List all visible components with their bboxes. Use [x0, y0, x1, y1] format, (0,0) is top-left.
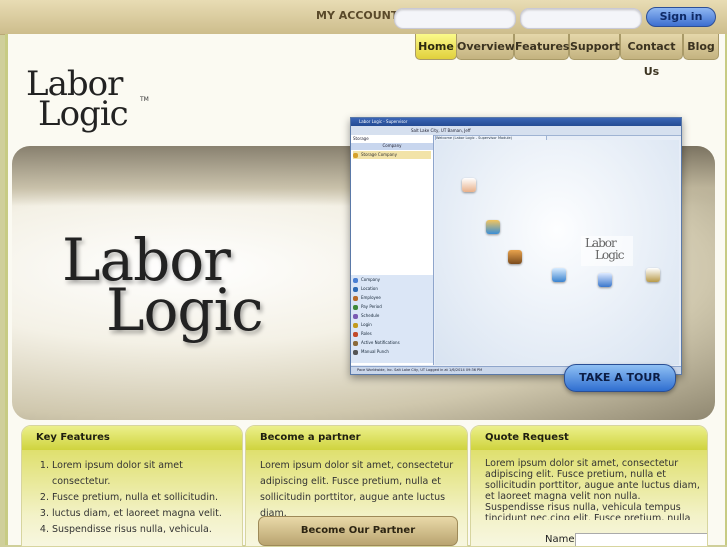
tab-home[interactable]: Home	[415, 34, 457, 60]
hero-logo-logic: Logic	[106, 276, 264, 344]
notifications-icon	[353, 340, 358, 346]
app-title-bar: Labor Logic - Supervisor	[351, 118, 681, 126]
tab-support[interactable]: Support	[569, 34, 620, 60]
tab-contact-us[interactable]: Contact Us	[620, 34, 683, 78]
key-features-list: Lorem ipsum dolor sit amet consectetur. …	[22, 458, 242, 538]
app-menu-item: Location	[353, 285, 431, 293]
list-item: Lorem ipsum dolor sit amet consectetur.	[52, 458, 242, 490]
location-icon	[353, 286, 358, 292]
tab-features[interactable]: Features	[514, 34, 569, 60]
quote-text: Lorem ipsum dolor sit amet, consectetur …	[485, 458, 700, 520]
app-canvas: Labor Logic	[435, 140, 679, 365]
partner-title: Become a partner	[260, 432, 361, 443]
manual-punch-icon	[353, 349, 358, 355]
pay-period-icon	[353, 304, 358, 310]
employee-icon	[508, 250, 522, 264]
login-icon	[353, 322, 358, 328]
list-item: Suspendisse risus nulla, vehicula.	[52, 522, 242, 538]
app-menu-item: Login	[353, 321, 431, 329]
take-a-tour-button[interactable]: TAKE A TOUR	[564, 364, 676, 392]
folder-icon	[486, 220, 500, 234]
globe-icon	[552, 268, 566, 282]
employee-icon	[353, 295, 358, 301]
app-menu-item: Employee	[353, 294, 431, 302]
document-icon	[598, 273, 612, 287]
tab-blog[interactable]: Blog	[683, 34, 719, 60]
app-menu-item: Pay Period	[353, 303, 431, 311]
password-field[interactable]	[520, 8, 642, 29]
company-icon	[353, 277, 358, 283]
app-title: Labor Logic - Supervisor	[359, 119, 408, 124]
app-status-text: Pace Worldwide, Inc. Salt Lake City, UT …	[357, 368, 483, 372]
calendar-icon	[462, 178, 476, 192]
my-account-label: MY ACCOUNT	[316, 9, 399, 22]
app-company-header: Company	[351, 143, 433, 150]
key-features-panel: Key Features Lorem ipsum dolor sit amet …	[21, 425, 243, 547]
app-left-menu: Company Location Employee Pay Period Sch…	[351, 275, 433, 363]
key-features-title: Key Features	[36, 432, 110, 443]
schedule-icon	[353, 313, 358, 319]
canvas-logo-logic: Logic	[595, 248, 624, 262]
clock-icon	[646, 268, 660, 282]
app-menu-item: Roles	[353, 330, 431, 338]
become-partner-button[interactable]: Become Our Partner	[258, 516, 458, 546]
app-company-item: Storage Company	[353, 151, 431, 159]
app-company-item-label: Storage Company	[361, 152, 397, 157]
quote-panel: Quote Request Lorem ipsum dolor sit amet…	[470, 425, 708, 547]
tab-overview[interactable]: Overview	[456, 34, 515, 60]
roles-icon	[353, 331, 358, 337]
app-left-header: Storage	[353, 136, 369, 141]
list-item: Fusce pretium, nulla et sollicitudin.	[52, 490, 242, 506]
app-toolbar-text: Salt Lake City, UT Baman, Jeff	[411, 128, 471, 133]
site-logo[interactable]: Labor Logic TM	[26, 64, 156, 134]
app-menu-item: Schedule	[353, 312, 431, 320]
quote-title: Quote Request	[485, 432, 569, 443]
app-left-pane: Storage Company Storage Company Company …	[351, 135, 434, 365]
username-field[interactable]	[394, 8, 516, 29]
name-label: Name	[545, 534, 575, 545]
app-screenshot: Labor Logic - Supervisor Salt Lake City,…	[350, 117, 682, 375]
folder-icon	[353, 152, 358, 158]
app-menu-item: Manual Punch	[353, 348, 431, 356]
trademark-mark: TM	[140, 96, 149, 103]
app-menu-item: Active Notifications	[353, 339, 431, 347]
sign-in-button[interactable]: Sign in	[646, 7, 716, 27]
list-item: luctus diam, et laoreet magna velit.	[52, 506, 242, 522]
partner-text: Lorem ipsum dolor sit amet, consectetur …	[260, 460, 454, 519]
canvas-logo: Labor Logic	[581, 236, 633, 266]
partner-panel: Become a partner Lorem ipsum dolor sit a…	[245, 425, 468, 547]
logo-word-logic: Logic	[38, 94, 129, 134]
app-menu-item: Company	[353, 276, 431, 284]
